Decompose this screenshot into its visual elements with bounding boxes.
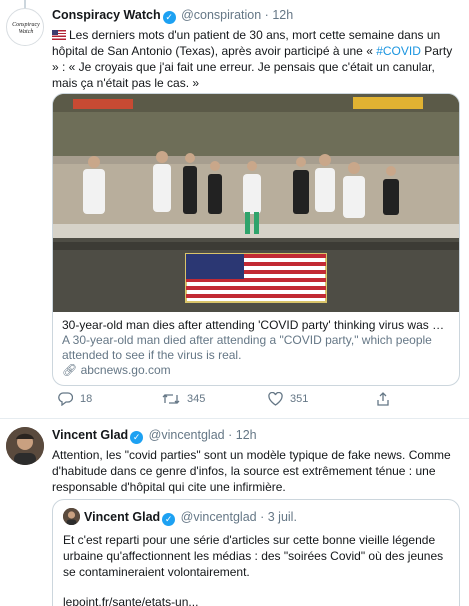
link-icon: 🔗︎ [62,363,78,377]
tweet-content: Conspiracy Watch ✓ @conspiration · 12h Le… [52,7,461,91]
like-button[interactable]: 351 [268,392,308,406]
hashtag-link[interactable]: #COVID [376,44,421,58]
timestamp[interactable]: 12h [272,8,293,22]
tweet-text: Attention, les "covid parties" sont un m… [52,448,451,494]
retweet-count: 345 [187,393,206,405]
card-title: 30-year-old man dies after attending 'CO… [62,318,450,332]
display-name[interactable]: Vincent Glad [52,428,128,442]
tweet-actions: 18 345 351 [52,392,412,412]
us-flag-emoji-icon [52,30,66,40]
tweet-text: Les derniers mots d'un patient de 30 ans… [52,28,453,90]
quoted-avatar [63,508,80,525]
tweet-content: Vincent Glad ✓ @vincentglad · 12h Attenti… [52,427,461,495]
like-count: 351 [290,393,309,405]
separator: · [260,510,265,524]
share-icon [377,392,389,406]
svg-text:Conspiracy: Conspiracy [12,22,40,28]
separator: · [228,428,233,442]
card-description: A 30-year-old man died after attending a… [62,333,432,362]
reply-count: 18 [80,393,93,405]
timestamp[interactable]: 12h [236,428,257,442]
retweet-icon [162,394,180,404]
card-body: 30-year-old man dies after attending 'CO… [53,312,459,385]
reply-icon [58,392,73,406]
heart-icon [268,392,283,406]
share-button[interactable] [376,392,390,406]
link-preview-card[interactable]: 30-year-old man dies after attending 'CO… [52,93,460,386]
verified-badge-icon: ✓ [162,11,176,24]
handle[interactable]: @conspiration [181,8,261,22]
tweet-header: Conspiracy Watch ✓ @conspiration · 12h [52,7,461,24]
handle[interactable]: @vincentglad [149,428,225,442]
verified-badge-icon: ✓ [162,513,176,526]
verified-badge-icon: ✓ [130,431,144,444]
display-name[interactable]: Conspiracy Watch [52,8,161,22]
separator: · [264,8,269,22]
svg-text:Watch: Watch [19,29,34,35]
avatar[interactable]: Conspiracy Watch [6,8,44,46]
tweet-vincent-glad[interactable]: Vincent Glad ✓ @vincentglad · 12h Attenti… [0,418,469,606]
avatar[interactable] [6,427,44,465]
quoted-display-name: Vincent Glad [84,510,161,524]
article-image [53,94,459,312]
quoted-tweet[interactable]: Vincent Glad ✓ @vincentglad · 3 juil. Et … [52,499,460,606]
quoted-handle: @vincentglad [180,510,257,524]
card-domain: 🔗︎ abcnews.go.com [62,363,171,377]
retweet-button[interactable]: 345 [162,392,205,406]
tweet-header: Vincent Glad ✓ @vincentglad · 12h [52,427,461,444]
quoted-date: 3 juil. [267,510,297,524]
reply-button[interactable]: 18 [58,392,92,406]
tweet-conspiracy-watch[interactable]: Conspiracy Watch Conspiracy Watch ✓ @cons… [0,0,469,418]
quoted-link[interactable]: lepoint.fr/sante/etats-un... [63,594,449,606]
quoted-text: Et c'est reparti pour une série d'articl… [63,533,444,579]
quoted-tweet-header: Vincent Glad ✓ @vincentglad · 3 juil. [63,508,449,526]
